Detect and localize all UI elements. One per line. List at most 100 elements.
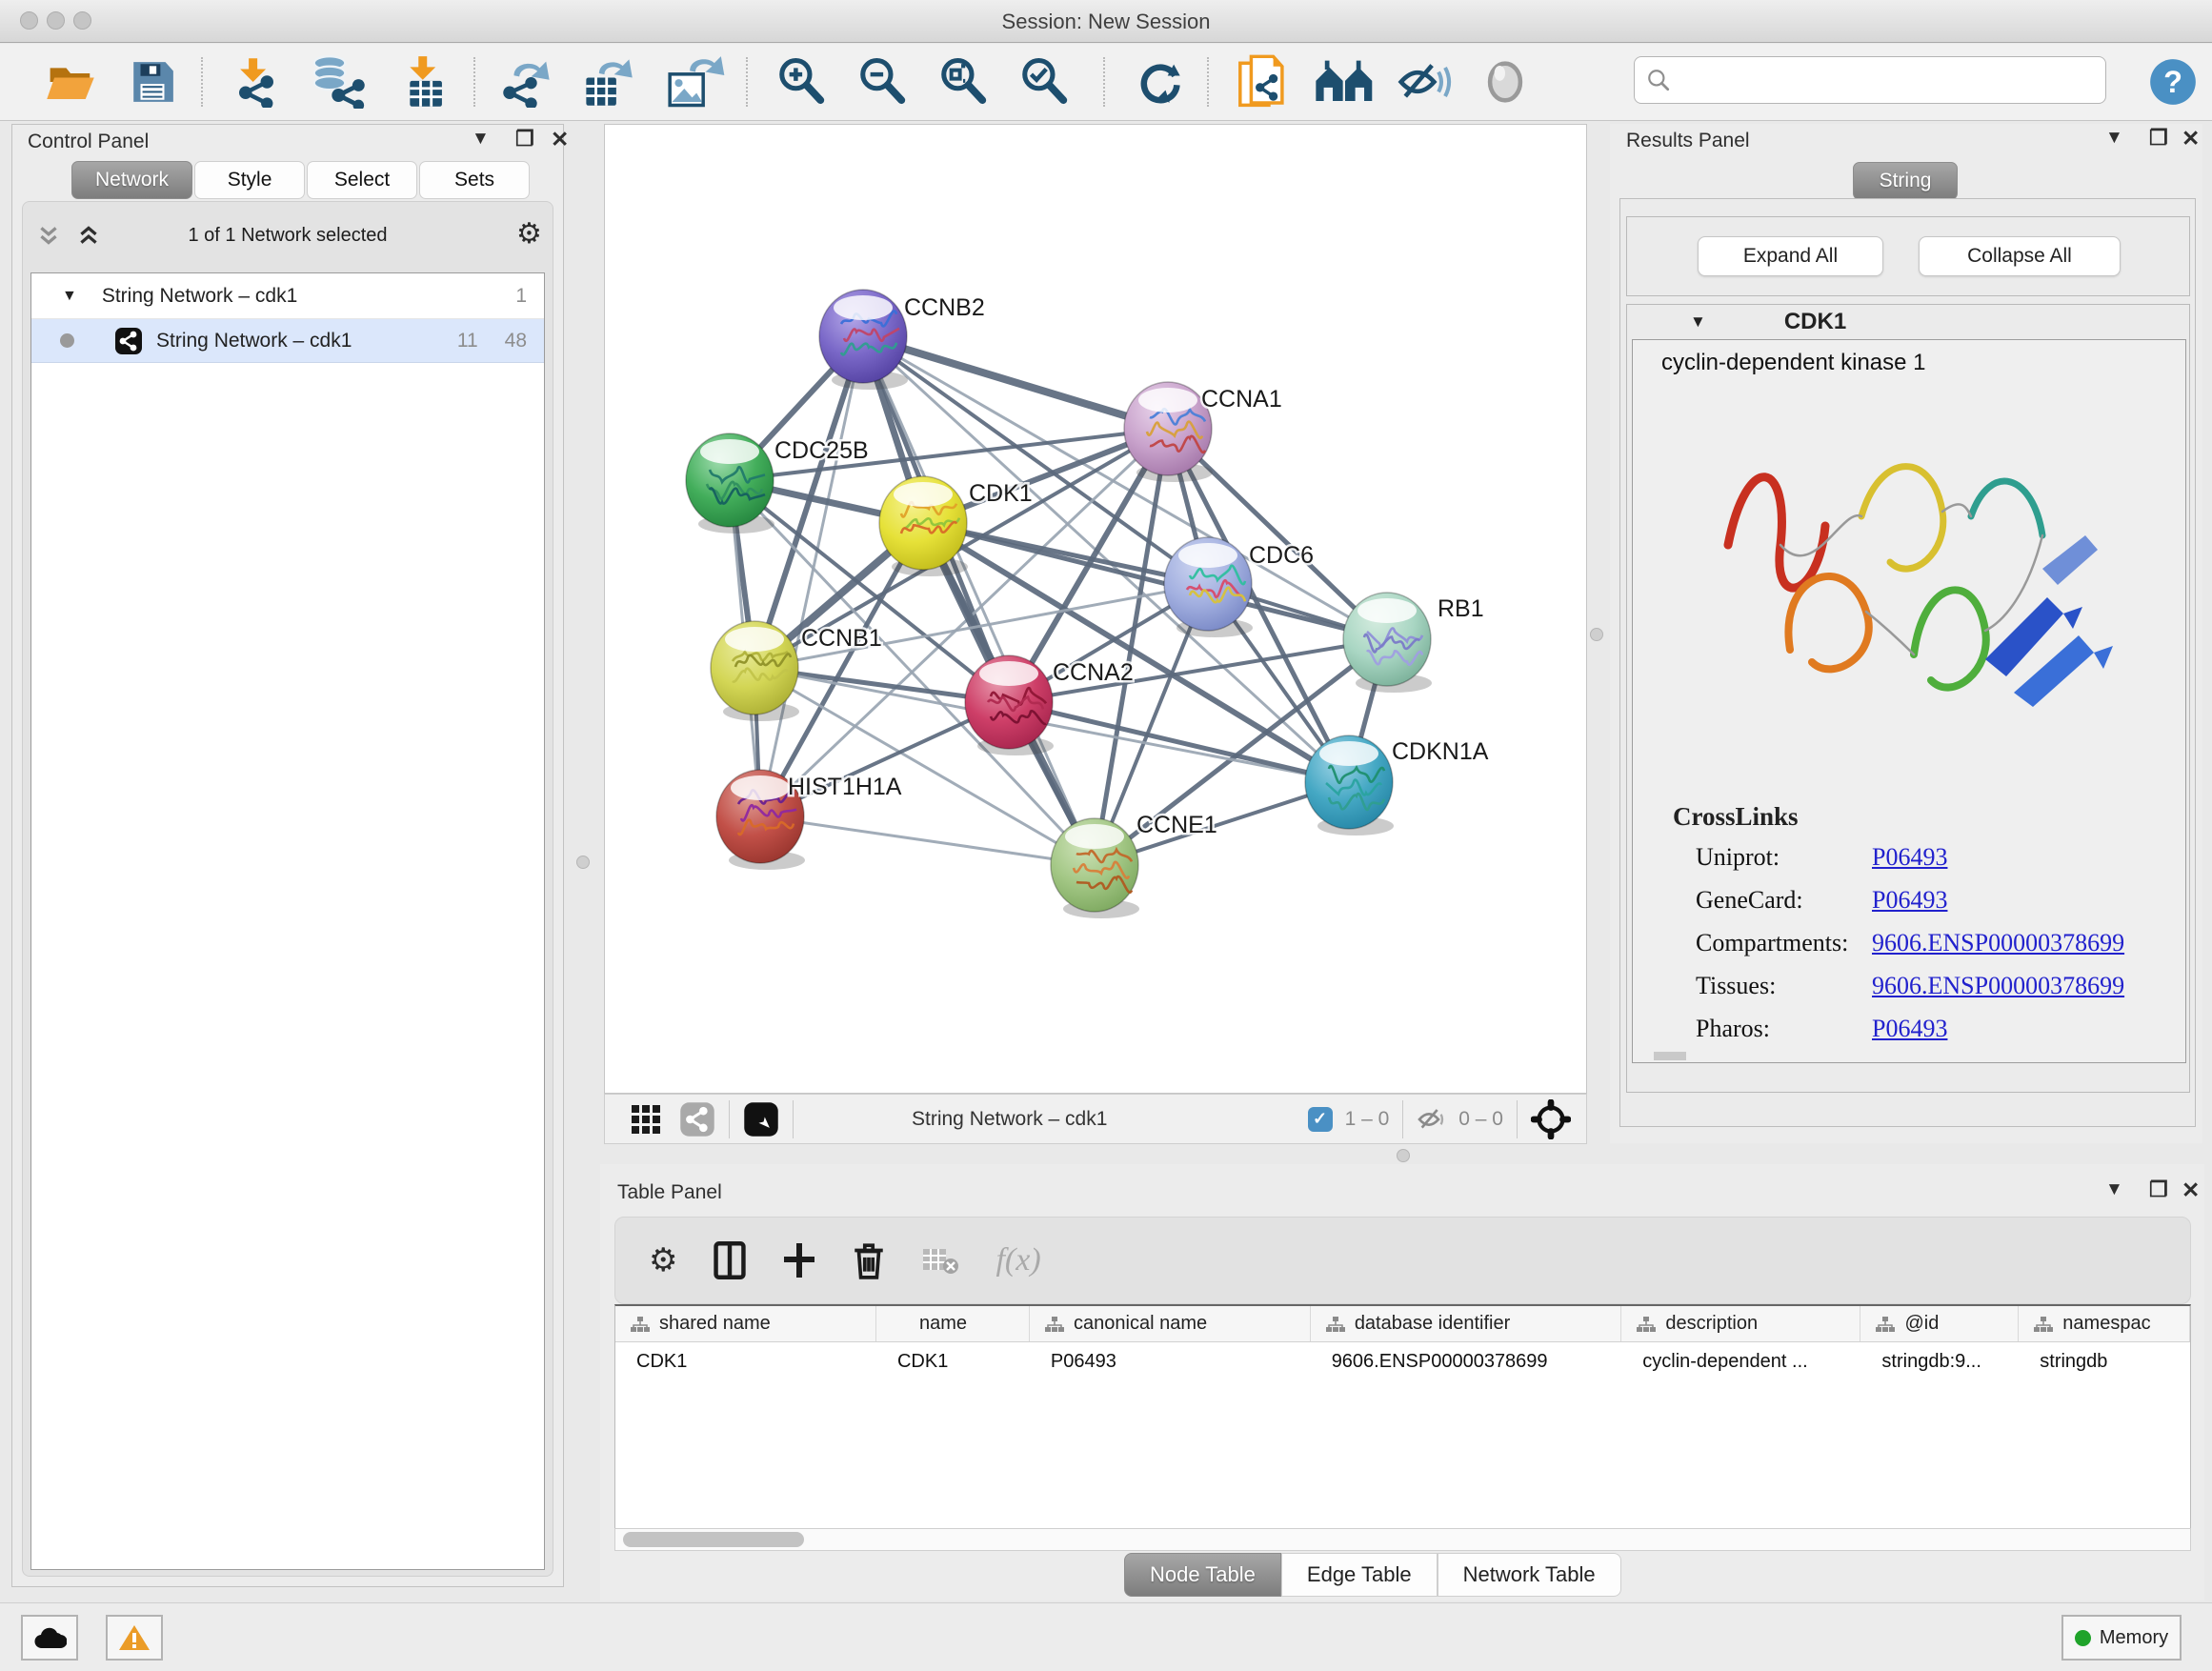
open-session-icon[interactable] [38, 55, 103, 109]
delete-table-icon[interactable] [921, 1245, 959, 1276]
network-node-CCNB2[interactable] [819, 290, 908, 390]
column-header-canonical-name[interactable]: canonical name [1030, 1306, 1311, 1341]
collapse-panel-icon[interactable]: ▼ [2105, 1179, 2123, 1200]
network-node-CDK1[interactable] [879, 476, 968, 576]
collapse-all-button[interactable]: Collapse All [1919, 236, 2121, 276]
scrollbar-thumb[interactable] [623, 1532, 804, 1547]
zoom-fit-content-icon[interactable] [934, 55, 993, 109]
collapse-panel-icon[interactable]: ▼ [472, 129, 490, 150]
table-cell[interactable]: P06493 [1030, 1342, 1311, 1380]
network-node-CCNA1[interactable] [1124, 382, 1213, 482]
column-header-description[interactable]: description [1621, 1306, 1860, 1341]
tab-network-table[interactable]: Network Table [1438, 1553, 1621, 1597]
network-edge-CCNB2-CCNA1[interactable] [863, 336, 1168, 429]
column-header-namespac[interactable]: namespac [2019, 1306, 2190, 1341]
import-network-database-icon[interactable] [301, 55, 372, 109]
tab-node-table[interactable]: Node Table [1124, 1553, 1281, 1597]
network-from-selection-icon[interactable] [1231, 55, 1294, 109]
right-splitter-handle[interactable] [1590, 628, 1603, 641]
apply-layout-icon[interactable] [1130, 55, 1189, 109]
import-table-file-icon[interactable] [394, 55, 455, 109]
float-panel-icon[interactable]: ❐ [515, 127, 534, 151]
left-splitter-handle[interactable] [576, 856, 590, 869]
table-row[interactable]: CDK1CDK1P064939606.ENSP00000378699cyclin… [615, 1342, 2190, 1380]
add-column-icon[interactable] [782, 1241, 816, 1279]
float-panel-icon[interactable]: ❐ [2149, 1178, 2168, 1202]
collection-expander-icon[interactable]: ▼ [62, 288, 77, 305]
network-row-selected[interactable]: String Network – cdk1 11 48 [31, 318, 544, 363]
network-node-CDKN1A[interactable] [1305, 735, 1394, 836]
results-scrollbar-thumb[interactable] [1654, 1052, 1686, 1060]
crosslink-value-link[interactable]: P06493 [1872, 843, 1947, 872]
zoom-out-icon[interactable] [853, 55, 912, 109]
close-panel-icon[interactable]: ✕ [2182, 126, 2200, 151]
cloud-button[interactable] [21, 1615, 78, 1661]
search-input[interactable] [1671, 70, 2081, 91]
crosslink-value-link[interactable]: 9606.ENSP00000378699 [1872, 972, 2124, 1000]
network-view-icon[interactable] [679, 1101, 715, 1137]
fit-selected-crosshair-icon[interactable] [1531, 1099, 1571, 1139]
birdseye-view-icon[interactable] [743, 1101, 779, 1137]
crosslink-value-link[interactable]: 9606.ENSP00000378699 [1872, 929, 2124, 957]
crosslink-value-link[interactable]: P06493 [1872, 1015, 1947, 1043]
table-cell[interactable]: 9606.ENSP00000378699 [1311, 1342, 1622, 1380]
tab-sets[interactable]: Sets [419, 161, 530, 199]
close-panel-icon[interactable]: ✕ [2182, 1178, 2200, 1203]
table-cell[interactable]: stringdb [2019, 1342, 2190, 1380]
tab-select[interactable]: Select [307, 161, 417, 199]
network-node-CCNB1[interactable] [711, 621, 799, 721]
tab-network[interactable]: Network [71, 161, 192, 199]
bottom-splitter-handle[interactable] [1397, 1149, 1410, 1162]
warnings-button[interactable] [106, 1615, 163, 1661]
network-node-CCNE1[interactable] [1051, 818, 1139, 918]
first-neighbors-icon[interactable] [1309, 55, 1381, 109]
show-all-icon[interactable] [1475, 55, 1536, 109]
column-header-database-identifier[interactable]: database identifier [1311, 1306, 1622, 1341]
collapse-panel-icon[interactable]: ▼ [2105, 128, 2123, 149]
column-header-@id[interactable]: @id [1860, 1306, 2019, 1341]
close-panel-icon[interactable]: ✕ [551, 127, 569, 152]
tab-string[interactable]: String [1853, 162, 1958, 200]
zoom-in-icon[interactable] [772, 55, 831, 109]
save-session-icon[interactable] [124, 55, 181, 109]
help-icon[interactable]: ? [2143, 55, 2202, 109]
expand-all-button[interactable]: Expand All [1698, 236, 1883, 276]
grid-view-icon[interactable] [630, 1103, 662, 1136]
network-node-RB1[interactable] [1343, 593, 1432, 693]
tab-edge-table[interactable]: Edge Table [1281, 1553, 1438, 1597]
network-collection-row[interactable]: ▼ String Network – cdk1 1 [31, 273, 544, 318]
column-header-shared-name[interactable]: shared name [615, 1306, 876, 1341]
selected-checkbox-icon[interactable]: ✓ [1308, 1107, 1333, 1132]
network-edge-CCNA2-CDKN1A[interactable] [1009, 702, 1349, 782]
network-edge-CCNA1-HIST1H1A[interactable] [760, 429, 1168, 816]
tab-style[interactable]: Style [194, 161, 305, 199]
float-panel-icon[interactable]: ❐ [2149, 126, 2168, 151]
table-cell[interactable]: CDK1 [876, 1342, 1030, 1380]
delete-column-trash-icon[interactable] [853, 1241, 885, 1279]
show-columns-icon[interactable] [714, 1241, 746, 1279]
table-cell[interactable]: cyclin-dependent ... [1621, 1342, 1860, 1380]
export-table-icon[interactable] [575, 55, 642, 109]
memory-button[interactable]: Memory [2061, 1615, 2182, 1661]
table-cell[interactable]: stringdb:9... [1860, 1342, 2019, 1380]
network-node-CDC25B[interactable] [686, 433, 774, 534]
network-node-CDC6[interactable] [1164, 537, 1253, 637]
column-header-name[interactable]: name [876, 1306, 1030, 1341]
network-edge-CDK1-RB1[interactable] [923, 523, 1387, 639]
hidden-eye-slash-icon[interactable] [1417, 1106, 1449, 1133]
table-cell[interactable]: CDK1 [615, 1342, 876, 1380]
network-canvas[interactable]: CCNB2CCNA1CDC25BCDK1CDC6RB1CCNB1CCNA2CDK… [604, 124, 1587, 1094]
section-expander-icon[interactable]: ▼ [1690, 312, 1706, 332]
import-network-file-icon[interactable] [227, 55, 286, 109]
crosslink-value-link[interactable]: P06493 [1872, 886, 1947, 915]
table-options-gear-icon[interactable]: ⚙ [649, 1241, 677, 1279]
network-options-gear-icon[interactable]: ⚙ [516, 217, 542, 251]
network-edge-HIST1H1A-CCNE1[interactable] [760, 816, 1095, 865]
export-network-icon[interactable] [497, 55, 556, 109]
zoom-selected-icon[interactable] [1015, 55, 1074, 109]
node-section-header[interactable]: ▼ CDK1 [1627, 305, 2189, 339]
function-builder-icon[interactable]: f(x) [995, 1242, 1040, 1278]
table-horizontal-scrollbar[interactable] [614, 1528, 2191, 1551]
hide-selected-icon[interactable] [1393, 55, 1456, 109]
export-image-icon[interactable] [659, 55, 732, 109]
